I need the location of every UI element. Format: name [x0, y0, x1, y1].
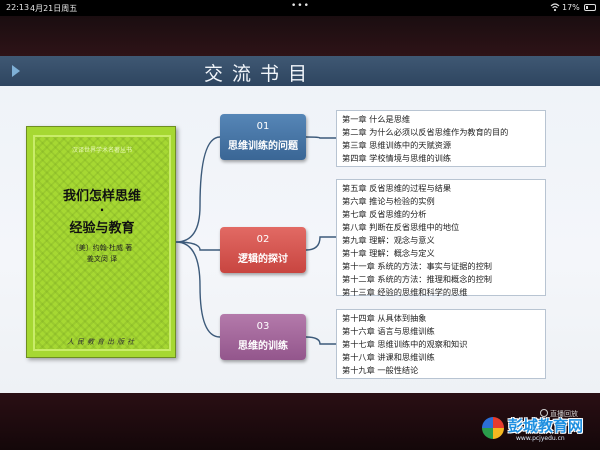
chapter-list-03: 第十四章 从具体到抽象 第十六章 语言与思维训练 第十七章 思维训练中的观察和知…: [336, 309, 546, 379]
multitask-dots-icon[interactable]: •••: [291, 1, 310, 11]
chapter-item: 第七章 反省思维的分析: [342, 209, 427, 219]
chapter-item: 第五章 反省思维的过程与结果: [342, 183, 452, 193]
chapter-item: 第十一章 系统的方法：事实与证据的控制: [342, 261, 492, 271]
section-box-02: 02 逻辑的探讨: [220, 227, 306, 273]
chapter-item: 第六章 推论与检验的实例: [342, 196, 435, 206]
wifi-icon: [550, 3, 560, 12]
chapter-item: 第十章 理解：概念与定义: [342, 248, 435, 258]
chapter-item: 第十四章 从具体到抽象: [342, 313, 427, 323]
battery-icon: [584, 4, 596, 11]
connector-02-to-chapters: [305, 236, 336, 251]
section-number: 02: [256, 234, 270, 245]
section-number: 01: [256, 121, 270, 132]
status-time: 22:13: [6, 3, 30, 12]
chapter-item: 第八章 判断在反省思维中的地位: [342, 222, 460, 232]
chapter-item: 第十三章 经验的思维和科学的思维: [342, 287, 468, 297]
chapter-item: 第十八章 讲课和思维训练: [342, 352, 435, 362]
status-bar: 22:13 4月21日周五 ••• 17%: [0, 0, 600, 16]
chapter-item: 第二章 为什么必须以反省思维作为教育的目的: [342, 127, 509, 137]
site-watermark: 彭城教育网 www.pcjyedu.cn: [482, 415, 596, 445]
status-date: 4月21日周五: [30, 4, 78, 13]
video-top-band: [0, 16, 600, 56]
section-label: 思维的训练: [238, 341, 288, 352]
chapter-list-02: 第五章 反省思维的过程与结果 第六章 推论与检验的实例 第七章 反省思维的分析 …: [336, 179, 546, 297]
chapter-list-01: 第一章 什么是思维 第二章 为什么必须以反省思维作为教育的目的 第三章 思维训练…: [336, 110, 546, 167]
watermark-name: 彭城教育网: [508, 417, 584, 435]
battery-percent: 17%: [562, 3, 580, 12]
chapter-item: 第十二章 系统的方法：推理和概念的控制: [342, 274, 492, 284]
site-logo-icon: [482, 417, 504, 439]
chapter-item: 第一章 什么是思维: [342, 114, 411, 124]
presentation-slide: 交流书目 汉译世界学术名著丛书 我们怎样思维 · 经验与教育 〔美〕约翰·杜威 …: [0, 56, 600, 393]
connector-03-to-chapters: [305, 336, 336, 345]
section-label: 思维训练的问题: [228, 141, 298, 152]
chapter-item: 第十七章 思维训练中的观察和知识: [342, 339, 468, 349]
connector-01-to-chapters: [305, 136, 336, 139]
chapter-item: 第三章 思维训练中的天赋资源: [342, 140, 452, 150]
section-box-03: 03 思维的训练: [220, 314, 306, 360]
watermark-url: www.pcjyedu.cn: [516, 435, 565, 442]
chapter-item: 第十九章 一般性结论: [342, 365, 419, 375]
section-box-01: 01 思维训练的问题: [220, 114, 306, 160]
connector-book-to-03: [175, 241, 221, 338]
chapter-item: 第四章 学校情境与思维的训练: [342, 153, 452, 163]
section-label: 逻辑的探讨: [238, 254, 288, 265]
connector-book-to-01: [175, 136, 221, 243]
chapter-item: 第十六章 语言与思维训练: [342, 326, 435, 336]
section-number: 03: [256, 321, 270, 332]
chapter-item: 第九章 理解：观念与意义: [342, 235, 435, 245]
